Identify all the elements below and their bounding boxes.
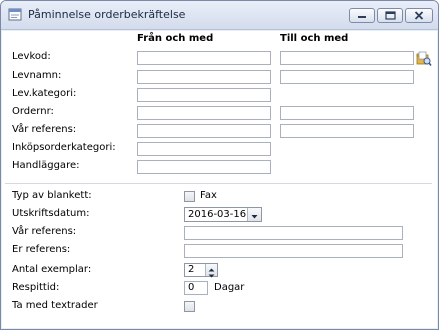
window-title: Påminnelse orderbekräftelse	[28, 8, 186, 21]
respittid-unit: Dagar	[214, 282, 245, 293]
dialog-window: Påminnelse orderbekräftelse Från och med…	[0, 0, 439, 330]
levkod-to-input[interactable]	[280, 51, 414, 65]
blankett-label: Typ av blankett:	[12, 190, 92, 201]
levkod-from-input[interactable]	[137, 51, 271, 65]
document-icon	[8, 8, 22, 21]
utskriftsdatum-dropdown[interactable]: 2016-03-16	[184, 207, 262, 222]
spin-arrows-icon	[208, 268, 215, 278]
textrader-label: Ta med textrader	[12, 300, 98, 311]
close-icon	[414, 11, 424, 20]
close-button[interactable]	[405, 8, 433, 23]
er-referens-label: Er referens:	[12, 244, 71, 255]
ordernr-from-input[interactable]	[137, 106, 271, 120]
levkategori-input[interactable]	[137, 88, 271, 102]
handlaggare-label: Handläggare:	[12, 160, 80, 171]
handlaggare-input[interactable]	[137, 160, 271, 174]
ordernr-to-input[interactable]	[280, 106, 414, 120]
levnamn-from-input[interactable]	[137, 70, 271, 84]
column-header-to: Till och med	[280, 33, 349, 44]
fax-checkbox[interactable]	[184, 191, 195, 202]
levkod-label: Levkod:	[12, 51, 51, 62]
respittid-label: Respittid:	[12, 282, 60, 293]
inkopsorderkategori-label: Inköpsorderkategori:	[12, 142, 116, 153]
form-area: Från och med Till och med Levkod: Levnam…	[2, 31, 437, 328]
maximize-icon	[385, 11, 396, 20]
levnamn-to-input[interactable]	[280, 70, 414, 84]
utskriftsdatum-value: 2016-03-16	[188, 209, 247, 220]
antal-exemplar-stepper[interactable]: 2	[184, 263, 218, 278]
respittid-input[interactable]: 0	[184, 281, 208, 295]
utskriftsdatum-label: Utskriftsdatum:	[12, 208, 90, 219]
er-referens-input[interactable]	[184, 244, 403, 258]
antal-exemplar-label: Antal exemplar:	[12, 264, 92, 275]
var-referens-range-label: Vår referens:	[12, 124, 77, 135]
maximize-button[interactable]	[377, 8, 403, 23]
column-header-from: Från och med	[137, 33, 214, 44]
chevron-down-icon	[251, 215, 258, 219]
levnamn-label: Levnamn:	[12, 70, 62, 81]
fax-label: Fax	[200, 190, 217, 201]
title-bar[interactable]: Påminnelse orderbekräftelse	[1, 1, 438, 30]
antal-exemplar-value: 2	[188, 264, 195, 275]
folder-search-icon[interactable]	[416, 51, 432, 67]
textrader-checkbox[interactable]	[184, 301, 195, 312]
ordernr-label: Ordernr:	[12, 106, 54, 117]
dropdown-button[interactable]	[247, 208, 261, 221]
var-referens-label: Vår referens:	[12, 226, 77, 237]
inkopsorderkategori-input[interactable]	[137, 142, 271, 156]
var-referens-input[interactable]	[184, 226, 403, 240]
var-referens-from-input[interactable]	[137, 124, 271, 138]
section-divider	[5, 183, 432, 184]
minimize-button[interactable]	[349, 8, 375, 23]
levkategori-label: Lev.kategori:	[12, 88, 77, 99]
var-referens-to-input[interactable]	[280, 124, 414, 138]
minimize-icon	[358, 16, 366, 18]
spin-buttons[interactable]	[205, 264, 217, 278]
